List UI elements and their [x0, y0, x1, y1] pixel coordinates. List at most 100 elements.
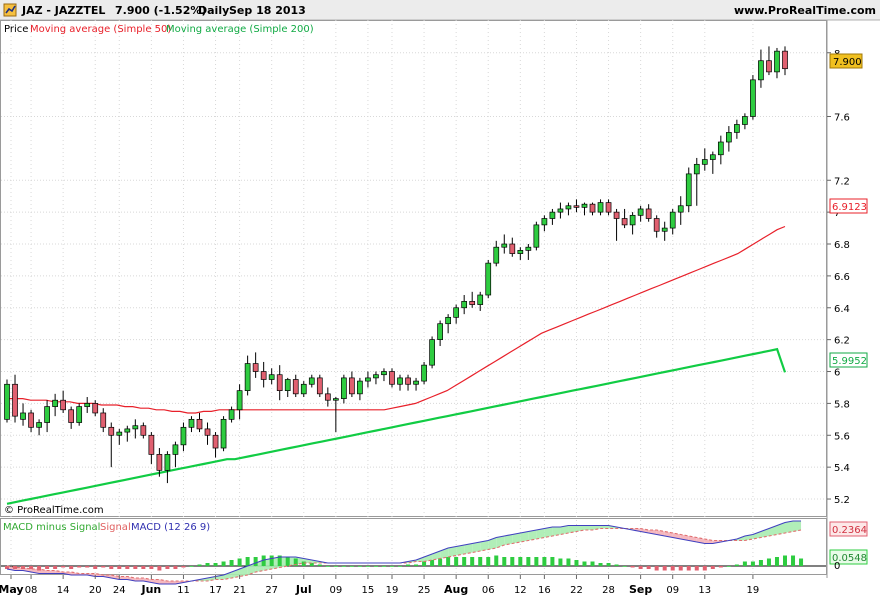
ma200-value-tag: 5.9952: [829, 352, 868, 368]
macd-hist-bar: [478, 557, 483, 566]
macd-hist-bar: [85, 566, 90, 568]
macd-hist-bar: [414, 564, 419, 566]
macd-hist-bar: [783, 555, 787, 566]
candle-down: [389, 368, 395, 388]
macd-hist-bar: [141, 566, 146, 569]
price-tick-label: 5.8: [834, 399, 850, 410]
macd-hist-bar: [101, 566, 106, 568]
macd-hist-bar: [117, 566, 122, 569]
macd-hist-bar: [381, 566, 386, 567]
candle-up: [485, 259, 492, 299]
macd-hist-bar: [317, 564, 322, 566]
date-tick-label: 13: [698, 585, 711, 596]
macd-hist-bar: [157, 566, 162, 571]
macd-hist-bar: [245, 557, 250, 566]
macd-hist-bar: [694, 566, 699, 571]
date-tick-label: 16: [538, 585, 551, 596]
macd-hist-bar: [598, 563, 603, 566]
macd-hist-bar: [197, 564, 202, 566]
macd-hist-bar: [526, 557, 531, 566]
signal-legend: Signal: [100, 522, 131, 533]
date-tick-label: 27: [265, 585, 278, 596]
date-tick-label: 14: [57, 585, 70, 596]
date-tick-label: 22: [570, 585, 583, 596]
macd-hist-bar: [791, 555, 796, 566]
date-tick-label: 15: [362, 585, 375, 596]
macd-hist-bar: [774, 557, 779, 566]
date-tick-label: 21: [233, 585, 246, 596]
candle-up: [421, 361, 427, 385]
price-tick-label: 6.8: [834, 240, 850, 251]
candle-up: [220, 416, 227, 452]
date-tick-label: Jul: [295, 583, 312, 596]
date-tick-label: 19: [747, 585, 760, 596]
macd-hist-legend: MACD minus Signal: [3, 522, 100, 533]
price-tick-label: 6.4: [834, 304, 850, 315]
macd-hist-bar: [518, 557, 523, 566]
date-tick-label: Jun: [140, 583, 161, 596]
macd-hist-bar: [734, 564, 739, 566]
macd-hist-bar: [502, 557, 507, 566]
macd-hist-bar: [638, 566, 643, 569]
macd-hist-bar: [758, 560, 763, 566]
macd-hist-bar: [109, 566, 114, 569]
macd-hist-bar: [606, 563, 611, 566]
macd-hist-bar: [766, 558, 771, 566]
candle-up: [685, 167, 692, 213]
macd-hist-bar: [365, 566, 370, 567]
date-tick-label: 09: [666, 585, 679, 596]
macd-hist-bar: [510, 557, 515, 566]
price-chart[interactable]: 87.67.276.86.66.46.265.85.65.45.2 May081…: [0, 0, 880, 600]
candle-up: [76, 403, 83, 426]
macd-hist-bar: [558, 558, 563, 566]
macd-hist-bar: [494, 555, 499, 566]
svg-text:7.900: 7.900: [833, 57, 862, 68]
macd-hist-bar: [582, 561, 587, 566]
macd-hist-bar: [53, 566, 58, 569]
date-tick-label: 19: [386, 585, 399, 596]
macd-hist-bar: [566, 558, 571, 566]
macd-hist-bar: [710, 566, 715, 569]
site-link[interactable]: www.ProRealTime.com: [734, 4, 876, 17]
macd-hist-bar: [654, 566, 659, 571]
current-price-tag: 7.900: [829, 53, 863, 69]
macd-hist-bar: [486, 557, 491, 566]
macd-hist-bar: [173, 566, 178, 569]
price-tick-label: 5.6: [834, 431, 850, 442]
price-tick-label: 6.2: [834, 336, 850, 347]
macd-hist-bar: [678, 566, 683, 571]
candle-up: [4, 379, 10, 423]
macd-zero-label: 0: [834, 561, 840, 572]
price-legend: Price: [4, 24, 28, 35]
macd-hist-bar: [325, 566, 330, 567]
macd-value-tag: 0.2364: [829, 521, 868, 537]
date-tick-label: 08: [25, 585, 38, 596]
macd-hist-bar: [662, 566, 667, 571]
macd-hist-bar: [750, 561, 755, 566]
macd-hist-bar: [373, 566, 378, 567]
chart-background: [0, 0, 880, 600]
svg-text:0.2364: 0.2364: [832, 525, 867, 536]
macd-hist-bar: [702, 566, 707, 571]
macd-hist-bar: [550, 557, 555, 566]
date-tick-label: 25: [418, 585, 431, 596]
macd-band: [552, 527, 561, 536]
macd-hist-bar: [742, 561, 747, 566]
macd-hist-bar: [686, 566, 691, 571]
price-tick-label: 7.6: [834, 113, 850, 124]
macd-hist-bar: [93, 566, 98, 569]
macd-hist-bar: [446, 557, 451, 566]
macd-hist-bar: [574, 560, 579, 566]
macd-hist-bar: [438, 558, 443, 566]
header-logo-icon: [3, 3, 17, 17]
watermark: © ProRealTime.com: [4, 505, 104, 516]
date-tick-label: 28: [602, 585, 615, 596]
macd-hist-bar: [61, 566, 66, 568]
macd-hist-bar: [614, 564, 619, 566]
macd-hist-bar: [454, 557, 459, 566]
macd-hist-bar: [133, 566, 138, 569]
date-tick-label: 09: [329, 585, 342, 596]
macd-hist-bar: [799, 558, 804, 566]
date-tick-label: 12: [514, 585, 527, 596]
macd-hist-bar: [630, 566, 635, 568]
